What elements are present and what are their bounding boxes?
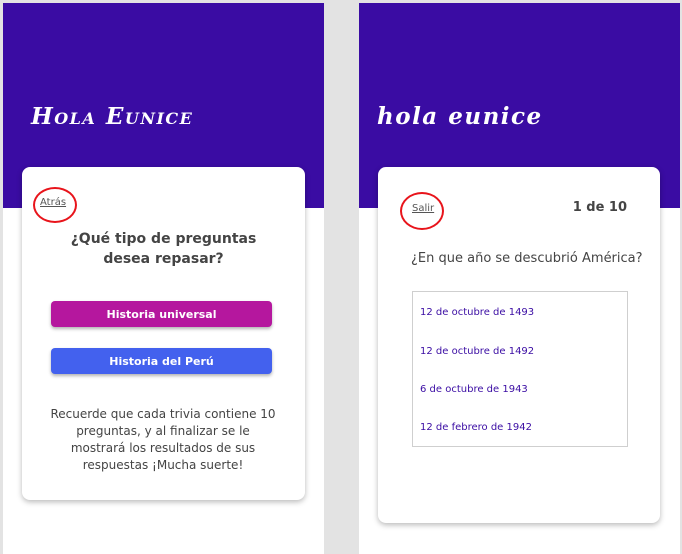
answer-option[interactable]: 6 de octubre de 1943: [420, 384, 528, 395]
answer-options-box: 12 de octubre de 1493 12 de octubre de 1…: [412, 291, 628, 447]
greeting-title: Hola Eunice: [31, 103, 194, 130]
topic-selection-screen: Hola Eunice Atrás ¿Qué tipo de preguntas…: [3, 3, 324, 554]
topic-question: ¿Qué tipo de preguntas desea repasar?: [70, 231, 257, 267]
answer-option[interactable]: 12 de octubre de 1492: [420, 346, 534, 357]
historia-peru-button[interactable]: Historia del Perú: [51, 348, 272, 374]
answer-option[interactable]: 12 de octubre de 1493: [420, 307, 534, 318]
question-text: ¿En que año se descubrió América?: [411, 251, 643, 266]
historia-universal-button[interactable]: Historia universal: [51, 301, 272, 327]
back-link[interactable]: Atrás: [40, 197, 66, 208]
quiz-screen: hola eunice Salir 1 de 10 ¿En que año se…: [359, 3, 680, 554]
trivia-info-text: Recuerde que cada trivia contiene 10 pre…: [50, 407, 276, 472]
topic-card: Atrás ¿Qué tipo de preguntas desea repas…: [22, 167, 305, 500]
exit-link[interactable]: Salir: [412, 203, 434, 214]
question-card: Salir 1 de 10 ¿En que año se descubrió A…: [378, 167, 660, 523]
question-counter: 1 de 10: [572, 200, 627, 215]
answer-option[interactable]: 12 de febrero de 1942: [420, 422, 532, 433]
greeting-title: hola eunice: [377, 103, 543, 130]
